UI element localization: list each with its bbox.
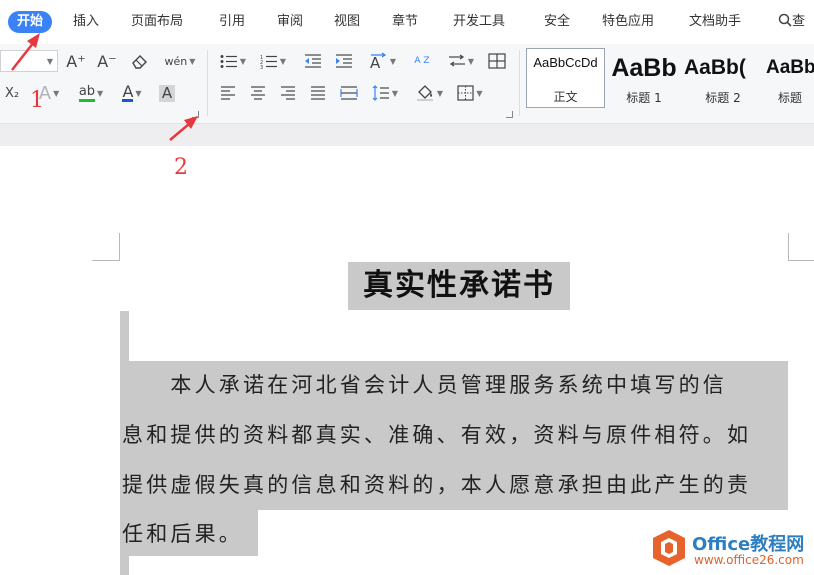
wps-writer-window: 开始 插入 页面布局 引用 审阅 视图 章节 开发工具 安全 特色应用 文档助手… [0,0,814,575]
annotation-number-1: 1 [30,88,44,113]
arrow-icon [11,33,40,71]
watermark-url: www.office26.com [694,553,804,567]
office-logo-icon [653,530,685,566]
annotation-arrows [11,33,198,141]
arrow-icon [169,116,198,141]
annotation-number-2: 2 [174,155,188,180]
